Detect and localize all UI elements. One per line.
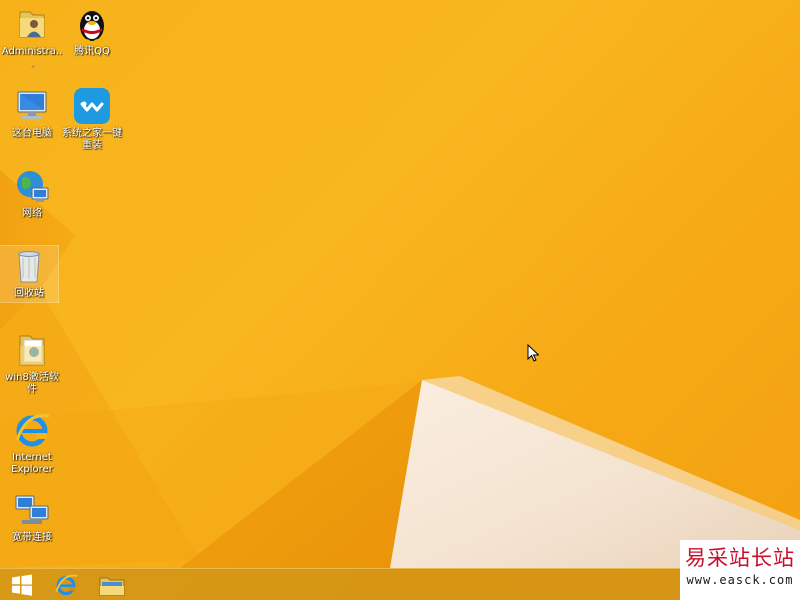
folder-icon bbox=[19, 335, 45, 366]
icon-label: 回收站 bbox=[14, 288, 44, 299]
network-icon bbox=[17, 171, 49, 202]
watermark-url: www.easck.com bbox=[686, 573, 794, 587]
icon-label: 腾讯QQ bbox=[74, 46, 110, 57]
desktop-icon-this-pc[interactable]: 这台电脑 bbox=[0, 86, 64, 140]
qq-penguin-icon bbox=[80, 11, 104, 43]
desktop-icon-recycle-bin[interactable]: 回收站 bbox=[0, 245, 59, 303]
taskbar-file-explorer[interactable] bbox=[90, 570, 134, 600]
desktop-icon-administrator[interactable]: Administra... bbox=[0, 4, 64, 70]
site-watermark: 易采站长站 www.easck.com bbox=[680, 540, 800, 600]
desktop-icon-broadband[interactable]: 宽带连接 bbox=[0, 490, 64, 544]
watermark-title: 易采站长站 bbox=[685, 546, 795, 570]
desktop: Administra... 腾讯QQ 这台电脑 系统之家一键重装 网络 回收站 … bbox=[0, 0, 800, 600]
icon-label: 宽带连接 bbox=[12, 532, 52, 543]
icon-label: win8激活软件 bbox=[5, 372, 59, 395]
broadband-connection-icon bbox=[15, 495, 49, 524]
internet-explorer-icon bbox=[15, 414, 50, 447]
mouse-cursor-icon bbox=[527, 344, 539, 362]
desktop-icon-network[interactable]: 网络 bbox=[0, 166, 64, 220]
windows-start-icon bbox=[12, 574, 32, 596]
taskbar-internet-explorer[interactable] bbox=[44, 570, 88, 600]
icon-label: 这台电脑 bbox=[12, 128, 52, 139]
recycle-bin-icon bbox=[18, 251, 40, 283]
reinstall-app-icon bbox=[74, 88, 110, 124]
this-pc-icon bbox=[17, 91, 47, 119]
start-button[interactable] bbox=[0, 570, 44, 600]
desktop-icon-win8-activation[interactable]: win8激活软件 bbox=[0, 330, 64, 396]
file-explorer-icon bbox=[99, 577, 125, 596]
user-folder-icon bbox=[19, 11, 45, 38]
desktop-icon-internet-explorer[interactable]: Internet Explorer bbox=[0, 410, 64, 476]
internet-explorer-icon bbox=[55, 574, 78, 596]
icon-label: Administra... bbox=[1, 46, 63, 69]
icon-label: Internet Explorer bbox=[11, 452, 53, 475]
icon-label: 网络 bbox=[22, 208, 42, 219]
desktop-icon-reinstall[interactable]: 系统之家一键重装 bbox=[60, 86, 124, 152]
icon-label: 系统之家一键重装 bbox=[62, 128, 122, 151]
desktop-icon-qq[interactable]: 腾讯QQ bbox=[60, 4, 124, 58]
